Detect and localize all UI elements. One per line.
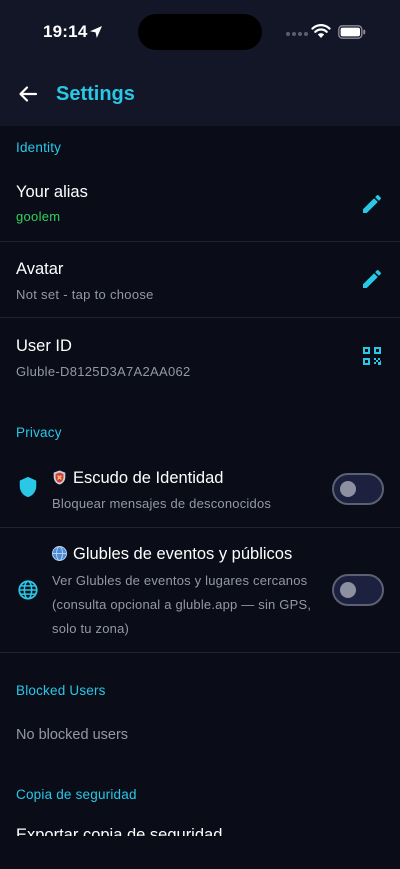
page-title: Settings: [56, 83, 135, 105]
user-id-row[interactable]: User ID Gluble-D8125D3A7A2AA062: [0, 318, 400, 394]
public-glubles-subtitle: Ver Glubles de eventos y lugares cercano…: [52, 573, 312, 636]
wifi-icon: [311, 24, 331, 38]
globe-icon: [18, 580, 38, 600]
user-id-label: User ID: [16, 337, 72, 355]
identity-shield-row[interactable]: Escudo de Identidad Bloquear mensajes de…: [0, 452, 400, 527]
identity-shield-subtitle: Bloquear mensajes de desconocidos: [52, 496, 272, 511]
public-glubles-toggle[interactable]: [332, 574, 384, 606]
status-time: 19:14: [43, 22, 88, 41]
toggle-knob: [340, 481, 356, 497]
public-glubles-row[interactable]: Glubles de eventos y públicos Ver Gluble…: [0, 528, 400, 652]
globe-emoji-icon: [52, 546, 67, 561]
section-header-identity: Identity: [16, 140, 62, 155]
alias-value: goolem: [16, 209, 61, 224]
location-arrow-icon: [90, 26, 102, 38]
identity-shield-toggle[interactable]: [332, 473, 384, 505]
shield-emoji-icon: [53, 470, 66, 485]
public-glubles-title: Glubles de eventos y públicos: [73, 545, 293, 563]
divider: [0, 652, 400, 653]
avatar-label: Avatar: [16, 260, 64, 278]
edit-avatar-icon[interactable]: [360, 267, 384, 291]
backup-item-clip: Exportar copia de seguridad: [0, 826, 400, 836]
user-id-value: Gluble-D8125D3A7A2AA062: [16, 364, 191, 379]
edit-alias-icon[interactable]: [360, 192, 384, 216]
qr-code-icon[interactable]: [360, 344, 384, 368]
section-header-backup: Copia de seguridad: [16, 787, 137, 802]
alias-row[interactable]: Your alias goolem: [0, 164, 400, 241]
arrow-left-icon: [19, 86, 38, 102]
cellular-signal-icon: [286, 32, 308, 38]
avatar-row[interactable]: Avatar Not set - tap to choose: [0, 242, 400, 317]
back-button[interactable]: [14, 80, 42, 108]
identity-shield-title: Escudo de Identidad: [73, 469, 224, 487]
section-header-privacy: Privacy: [16, 425, 62, 440]
backup-export-item[interactable]: Exportar copia de seguridad: [16, 826, 222, 836]
toggle-knob: [340, 582, 356, 598]
battery-icon: [338, 25, 366, 39]
status-bar: 19:14: [0, 0, 400, 60]
alias-label: Your alias: [16, 183, 88, 201]
section-header-blocked: Blocked Users: [16, 683, 106, 698]
app-bar: Settings: [0, 60, 400, 126]
public-glubles-title-line: Glubles de eventos y públicos: [52, 545, 292, 564]
identity-shield-title-line: Escudo de Identidad: [52, 469, 223, 488]
avatar-value: Not set - tap to choose: [16, 287, 154, 302]
dynamic-island: [138, 14, 262, 50]
no-blocked-users-text: No blocked users: [16, 727, 129, 743]
shield-icon: [19, 476, 37, 498]
